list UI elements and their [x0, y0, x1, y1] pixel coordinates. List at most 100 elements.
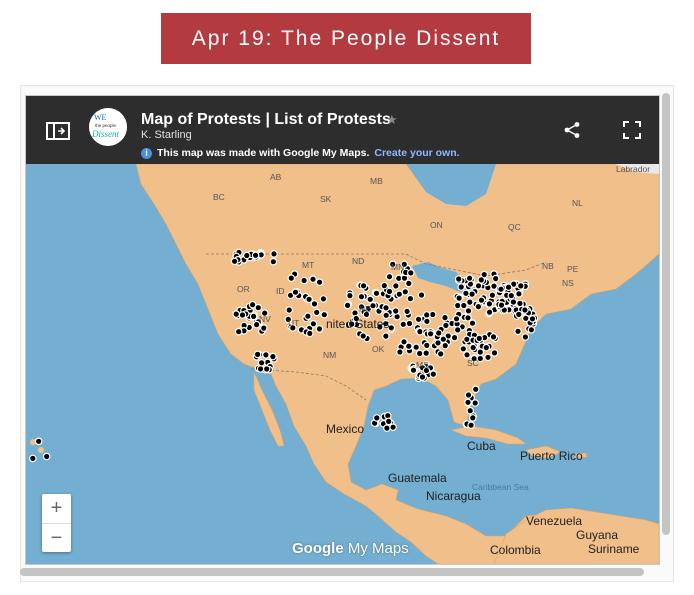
protest-marker[interactable]	[459, 345, 468, 353]
protest-marker[interactable]	[468, 414, 477, 422]
protest-marker[interactable]	[310, 300, 319, 308]
protest-marker[interactable]	[485, 308, 494, 317]
protest-marker[interactable]	[385, 287, 394, 296]
zoom-in-button[interactable]: +	[42, 494, 71, 523]
protest-marker[interactable]	[477, 276, 486, 284]
protest-marker[interactable]	[497, 285, 505, 294]
protest-marker[interactable]	[262, 351, 270, 359]
protest-marker[interactable]	[453, 301, 462, 310]
protest-marker[interactable]	[462, 289, 470, 298]
protest-marker[interactable]	[516, 282, 525, 290]
protest-marker[interactable]	[312, 308, 321, 317]
protest-marker[interactable]	[319, 295, 328, 303]
protest-marker[interactable]	[396, 348, 404, 356]
protest-marker[interactable]	[514, 327, 522, 336]
protest-marker[interactable]	[285, 306, 294, 314]
protest-marker[interactable]	[385, 272, 394, 281]
protest-marker[interactable]	[515, 290, 523, 298]
protest-marker[interactable]	[426, 330, 435, 338]
protest-marker[interactable]	[488, 291, 497, 300]
protest-marker[interactable]	[380, 281, 389, 290]
horizontal-scrollbar[interactable]	[20, 568, 644, 576]
protest-marker[interactable]	[441, 313, 449, 322]
protest-marker[interactable]	[384, 417, 393, 426]
protest-marker[interactable]	[516, 299, 524, 308]
protest-marker[interactable]	[256, 365, 265, 373]
protest-marker[interactable]	[453, 326, 462, 334]
create-your-own-link[interactable]: Create your own.	[374, 147, 459, 159]
protest-marker[interactable]	[527, 326, 536, 334]
protest-marker[interactable]	[504, 283, 513, 292]
protest-marker[interactable]	[434, 339, 442, 347]
protest-marker[interactable]	[304, 312, 312, 321]
protest-marker[interactable]	[465, 274, 474, 283]
protest-marker[interactable]	[464, 307, 473, 315]
protest-marker[interactable]	[262, 365, 271, 373]
protest-marker[interactable]	[291, 288, 300, 297]
protest-marker[interactable]	[300, 276, 308, 285]
protest-marker[interactable]	[422, 311, 431, 319]
protest-marker[interactable]	[34, 437, 43, 446]
protest-marker[interactable]	[305, 329, 314, 338]
protest-marker[interactable]	[416, 327, 424, 336]
protest-marker[interactable]	[343, 301, 352, 310]
protest-marker[interactable]	[391, 307, 400, 315]
protest-marker[interactable]	[468, 319, 477, 328]
protest-marker[interactable]	[464, 398, 472, 407]
protest-marker[interactable]	[401, 288, 410, 296]
protest-marker[interactable]	[484, 353, 492, 362]
protest-marker[interactable]	[269, 257, 278, 266]
protest-marker[interactable]	[476, 348, 485, 356]
protest-marker[interactable]	[315, 325, 324, 333]
protest-marker[interactable]	[466, 406, 475, 415]
star-icon[interactable]: ★	[386, 112, 398, 128]
protest-marker[interactable]	[417, 291, 426, 299]
share-icon[interactable]	[563, 121, 581, 139]
protest-marker[interactable]	[423, 317, 431, 326]
protest-marker[interactable]	[404, 342, 413, 351]
protest-marker[interactable]	[507, 291, 516, 300]
protest-marker[interactable]	[474, 302, 483, 311]
protest-marker[interactable]	[422, 349, 431, 357]
protest-marker[interactable]	[372, 289, 381, 298]
map-title[interactable]: Map of Protests | List of Protests	[141, 111, 391, 129]
protest-marker[interactable]	[415, 349, 424, 358]
sidebar-toggle-icon[interactable]	[46, 122, 70, 140]
protest-marker[interactable]	[521, 333, 530, 341]
protest-marker[interactable]	[309, 320, 318, 328]
protest-marker[interactable]	[514, 310, 523, 319]
protest-marker[interactable]	[372, 414, 381, 422]
protest-marker[interactable]	[249, 312, 258, 321]
protest-marker[interactable]	[230, 257, 239, 266]
protest-marker[interactable]	[42, 452, 51, 461]
protest-marker[interactable]	[234, 327, 243, 336]
vertical-scrollbar[interactable]	[662, 93, 670, 535]
protest-marker[interactable]	[422, 341, 431, 350]
protest-marker[interactable]	[469, 343, 478, 352]
protest-marker[interactable]	[491, 274, 500, 283]
protest-marker[interactable]	[382, 304, 390, 312]
protest-marker[interactable]	[475, 334, 484, 343]
protest-marker[interactable]	[287, 274, 296, 282]
protest-marker[interactable]	[418, 373, 427, 381]
protest-marker[interactable]	[521, 306, 529, 314]
protest-marker[interactable]	[489, 333, 498, 341]
protest-marker[interactable]	[454, 275, 463, 283]
fullscreen-icon[interactable]	[623, 121, 641, 139]
protest-marker[interactable]	[497, 301, 506, 309]
protest-marker[interactable]	[490, 349, 499, 357]
protest-marker[interactable]	[232, 310, 241, 318]
protest-marker[interactable]	[464, 314, 472, 322]
protest-marker[interactable]	[485, 300, 494, 308]
protest-marker[interactable]	[450, 333, 459, 342]
protest-marker[interactable]	[253, 350, 262, 359]
protest-marker[interactable]	[260, 324, 268, 332]
protest-marker[interactable]	[269, 352, 277, 361]
protest-marker[interactable]	[404, 279, 413, 288]
protest-marker[interactable]	[441, 341, 450, 350]
protest-marker[interactable]	[406, 294, 415, 303]
protest-marker[interactable]	[357, 292, 366, 301]
protest-marker[interactable]	[471, 385, 480, 394]
protest-marker[interactable]	[477, 296, 486, 305]
protest-marker[interactable]	[457, 283, 466, 291]
